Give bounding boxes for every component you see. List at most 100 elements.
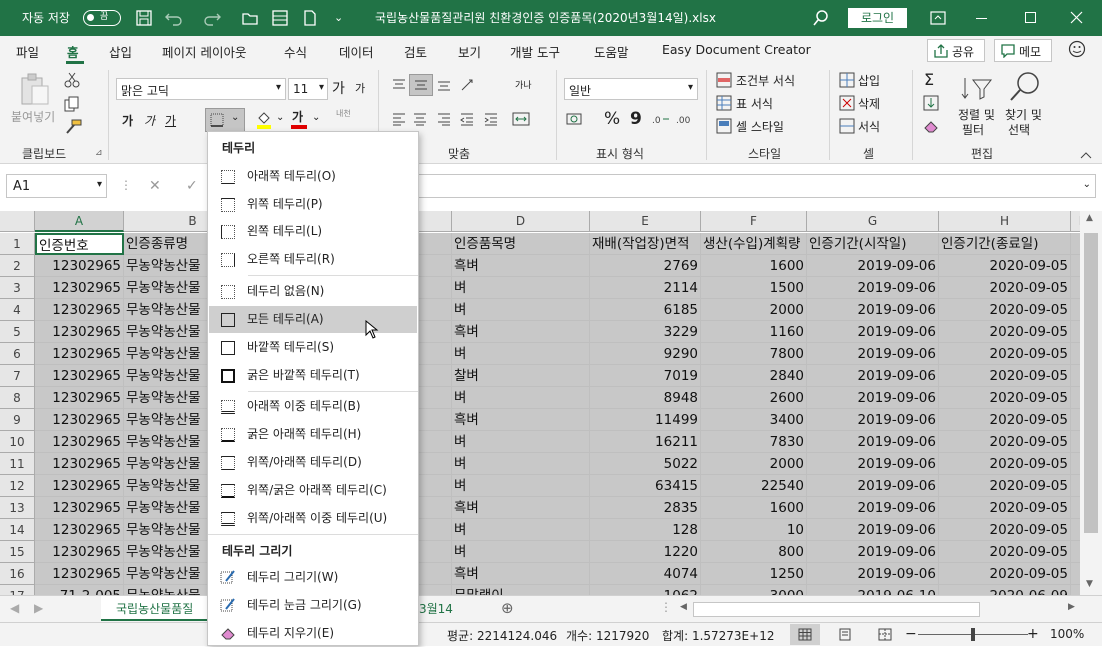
table-cell[interactable]: 2019-09-06: [807, 343, 939, 365]
table-cell[interactable]: [1071, 233, 1080, 255]
column-header-e[interactable]: E: [590, 211, 701, 232]
table-cell[interactable]: [1071, 365, 1080, 387]
table-cell[interactable]: 1250: [701, 563, 807, 585]
table-cell[interactable]: 16211: [590, 431, 701, 453]
row-header[interactable]: 17: [0, 585, 35, 595]
table-cell[interactable]: 흑벼: [452, 563, 590, 585]
format-cells-button[interactable]: 서식: [858, 118, 880, 135]
table-cell[interactable]: 7800: [701, 343, 807, 365]
table-cell[interactable]: 재배(작업장)면적: [590, 233, 701, 255]
table-cell[interactable]: 2019-09-06: [807, 453, 939, 475]
table-cell[interactable]: 2020-09-05: [939, 475, 1071, 497]
table-cell[interactable]: 12302965: [35, 365, 124, 387]
fill-down-icon[interactable]: [923, 95, 939, 111]
table-cell[interactable]: 63415: [590, 475, 701, 497]
normal-view-button[interactable]: [790, 624, 820, 645]
form-icon[interactable]: [272, 10, 288, 26]
customize-qat-icon[interactable]: ⌄: [334, 0, 343, 36]
cell-style-button[interactable]: 셀 스타일: [736, 118, 784, 135]
paste-icon[interactable]: [18, 72, 52, 106]
table-cell[interactable]: 흑벼: [452, 409, 590, 431]
table-cell[interactable]: [1071, 387, 1080, 409]
font-shrink-button[interactable]: 가: [355, 80, 365, 96]
table-cell[interactable]: 6185: [590, 299, 701, 321]
redo-icon[interactable]: [203, 10, 221, 26]
row-header[interactable]: 4: [0, 299, 35, 321]
row-header[interactable]: 8: [0, 387, 35, 409]
table-cell[interactable]: 12302965: [35, 409, 124, 431]
row-header[interactable]: 7: [0, 365, 35, 387]
font-size-dropdown[interactable]: 11 ▾: [288, 78, 328, 100]
table-cell[interactable]: 12302965: [35, 541, 124, 563]
number-format-dropdown[interactable]: 일반 ▾: [564, 78, 698, 100]
horizontal-scroll-thumb[interactable]: [693, 602, 980, 617]
underline-button[interactable]: 가: [165, 112, 176, 129]
align-top-icon[interactable]: [392, 78, 406, 92]
font-grow-button[interactable]: 가: [332, 78, 345, 98]
table-cell[interactable]: 벼: [452, 453, 590, 475]
collapse-ribbon-icon[interactable]: [1080, 150, 1092, 160]
maximize-icon[interactable]: [1025, 12, 1036, 23]
worksheet-grid[interactable]: ABDEFGHIC 1인증번호인증종류명인증품목명재배(작업장)면적생산(수입)…: [0, 211, 1080, 595]
table-cell[interactable]: [1071, 563, 1080, 585]
table-cell[interactable]: 2020-06-09: [939, 585, 1071, 595]
table-cell[interactable]: 1220: [590, 541, 701, 563]
tab-insert[interactable]: 삽입: [109, 42, 132, 61]
clear-icon[interactable]: [923, 118, 939, 134]
menu-item-bottom-double-border[interactable]: 아래쪽 이중 테두리(B): [209, 393, 417, 420]
fill-color-icon[interactable]: [256, 110, 272, 130]
table-cell[interactable]: 벼: [452, 299, 590, 321]
menu-item-outside-borders[interactable]: 바깥쪽 테두리(S): [209, 334, 417, 361]
table-cell[interactable]: 12302965: [35, 431, 124, 453]
row-header[interactable]: 5: [0, 321, 35, 343]
menu-item-top-border[interactable]: 위쪽 테두리(P): [209, 191, 417, 218]
table-cell[interactable]: 무말랭이: [452, 585, 590, 595]
table-cell[interactable]: 인증기간(시작일): [807, 233, 939, 255]
row-header[interactable]: 9: [0, 409, 35, 431]
table-cell[interactable]: 벼: [452, 343, 590, 365]
scroll-left-icon[interactable]: ◀: [680, 602, 687, 612]
select-all-corner[interactable]: [0, 211, 35, 232]
format-cells-icon[interactable]: [839, 118, 855, 134]
accounting-format-icon[interactable]: [566, 112, 584, 126]
enter-icon[interactable]: ✓: [186, 178, 198, 194]
table-cell[interactable]: 2019-09-06: [807, 321, 939, 343]
table-cell[interactable]: 벼: [452, 519, 590, 541]
table-cell[interactable]: 인증번호: [35, 233, 124, 255]
align-right-icon[interactable]: [437, 112, 451, 126]
insert-cells-button[interactable]: 삽입: [858, 72, 880, 89]
sort-filter-label-2[interactable]: 필터: [962, 121, 984, 138]
table-cell[interactable]: 12302965: [35, 387, 124, 409]
delete-cells-button[interactable]: 삭제: [858, 95, 880, 112]
bold-button[interactable]: 가: [122, 112, 133, 129]
menu-item-top-bottom-border[interactable]: 위쪽/아래쪽 테두리(D): [209, 449, 417, 476]
table-cell[interactable]: 2020-09-05: [939, 277, 1071, 299]
table-cell[interactable]: 벼: [452, 475, 590, 497]
row-header[interactable]: 12: [0, 475, 35, 497]
table-cell[interactable]: 2019-09-06: [807, 541, 939, 563]
table-cell[interactable]: 2019-09-06: [807, 365, 939, 387]
table-cell[interactable]: 2000: [701, 299, 807, 321]
table-cell[interactable]: 벼: [452, 277, 590, 299]
table-cell[interactable]: 1500: [701, 277, 807, 299]
clipboard-launcher-icon[interactable]: ⊿: [95, 148, 103, 158]
font-name-dropdown[interactable]: 맑은 고딕 ▾: [116, 78, 286, 100]
table-cell[interactable]: 2020-09-05: [939, 563, 1071, 585]
menu-item-bottom-border[interactable]: 아래쪽 테두리(O): [209, 163, 417, 190]
undo-icon[interactable]: [165, 10, 183, 26]
table-cell[interactable]: 4074: [590, 563, 701, 585]
find-select-icon[interactable]: [1008, 70, 1042, 104]
table-cell[interactable]: 2019-09-06: [807, 431, 939, 453]
tab-easy-document-creator[interactable]: Easy Document Creator: [662, 42, 811, 57]
table-cell[interactable]: 찰벼: [452, 365, 590, 387]
menu-item-erase-border[interactable]: 테두리 지우기(E): [209, 620, 417, 647]
table-cell[interactable]: 2769: [590, 255, 701, 277]
table-cell[interactable]: [1071, 277, 1080, 299]
menu-item-right-border[interactable]: 오른쪽 테두리(R): [209, 246, 417, 273]
sheet-prev-icon[interactable]: ◀: [10, 601, 19, 615]
table-cell[interactable]: 2020-09-05: [939, 541, 1071, 563]
table-cell[interactable]: 2019-09-06: [807, 387, 939, 409]
page-break-view-icon[interactable]: [878, 628, 892, 641]
page-layout-view-icon[interactable]: [838, 628, 852, 641]
fill-color-arrow[interactable]: ⌄: [276, 112, 284, 123]
